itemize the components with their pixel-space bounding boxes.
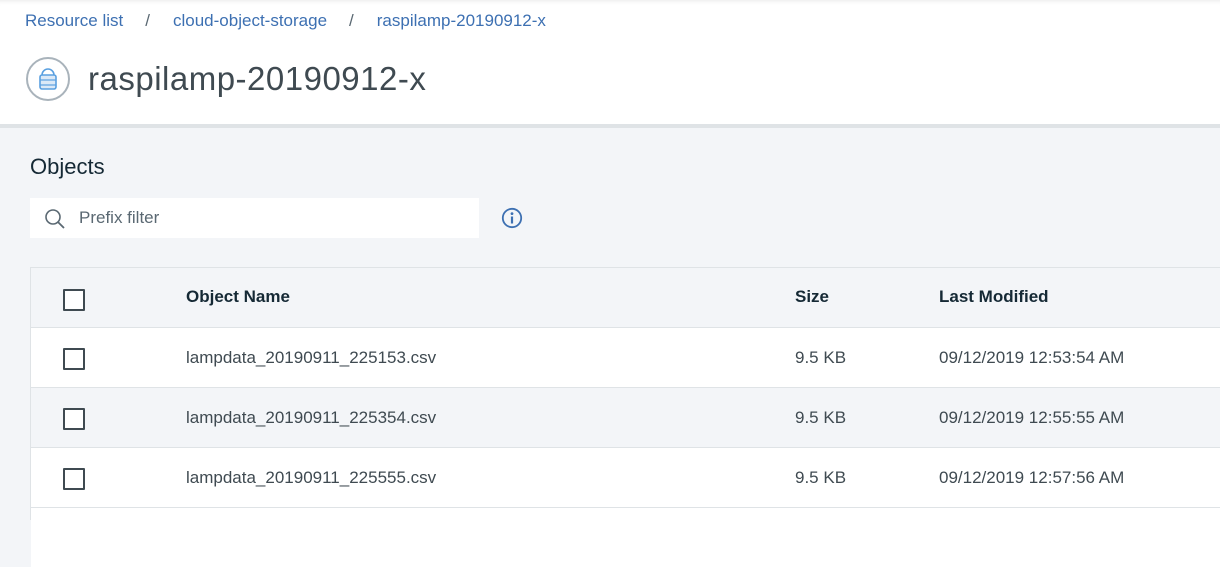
info-icon[interactable] (501, 207, 523, 234)
prefix-filter-input[interactable] (79, 198, 469, 238)
breadcrumb: Resource list / cloud-object-storage / r… (25, 10, 546, 32)
page-header: Resource list / cloud-object-storage / r… (0, 0, 1220, 124)
table-row[interactable]: lampdata_20190911_225354.csv 9.5 KB 09/1… (31, 387, 1220, 447)
row-checkbox[interactable] (63, 468, 85, 490)
object-name-cell[interactable]: lampdata_20190911_225555.csv (186, 448, 436, 508)
column-header-size[interactable]: Size (795, 268, 829, 326)
select-all-checkbox[interactable] (63, 289, 85, 311)
breadcrumb-resource-list[interactable]: Resource list (25, 11, 123, 31)
page-title: raspilamp-20190912-x (88, 60, 427, 97)
objects-table: Object Name Size Last Modified lampdata_… (30, 267, 1220, 567)
table-row[interactable]: lampdata_20190911_225555.csv 9.5 KB 09/1… (31, 447, 1220, 507)
breadcrumb-separator: / (349, 11, 354, 30)
breadcrumb-separator: / (145, 11, 150, 30)
row-checkbox[interactable] (63, 348, 85, 370)
last-modified-cell: 09/12/2019 12:57:56 AM (939, 468, 1125, 487)
column-header-last-modified[interactable]: Last Modified (939, 268, 1049, 326)
prefix-filter-search (30, 198, 479, 238)
breadcrumb-bucket[interactable]: raspilamp-20190912-x (377, 11, 546, 31)
row-checkbox[interactable] (63, 408, 85, 430)
objects-section-title: Objects (30, 154, 105, 179)
search-icon (44, 208, 66, 235)
object-name-cell[interactable]: lampdata_20190911_225354.csv (186, 388, 436, 448)
bucket-icon (26, 57, 70, 101)
table-header-row: Object Name Size Last Modified (31, 267, 1220, 328)
last-modified-cell: 09/12/2019 12:55:55 AM (939, 408, 1125, 427)
breadcrumb-cloud-object-storage[interactable]: cloud-object-storage (173, 11, 327, 31)
size-cell: 9.5 KB (795, 468, 847, 487)
last-modified-cell: 09/12/2019 12:53:54 AM (939, 348, 1125, 367)
header-divider (0, 124, 1220, 128)
object-name-cell[interactable]: lampdata_20190911_225153.csv (186, 328, 436, 388)
size-cell: 9.5 KB (795, 408, 847, 427)
column-header-object-name[interactable]: Object Name (186, 268, 290, 326)
table-row-partial (31, 507, 1220, 567)
table-row[interactable]: lampdata_20190911_225153.csv 9.5 KB 09/1… (31, 327, 1220, 387)
size-cell: 9.5 KB (795, 348, 847, 367)
